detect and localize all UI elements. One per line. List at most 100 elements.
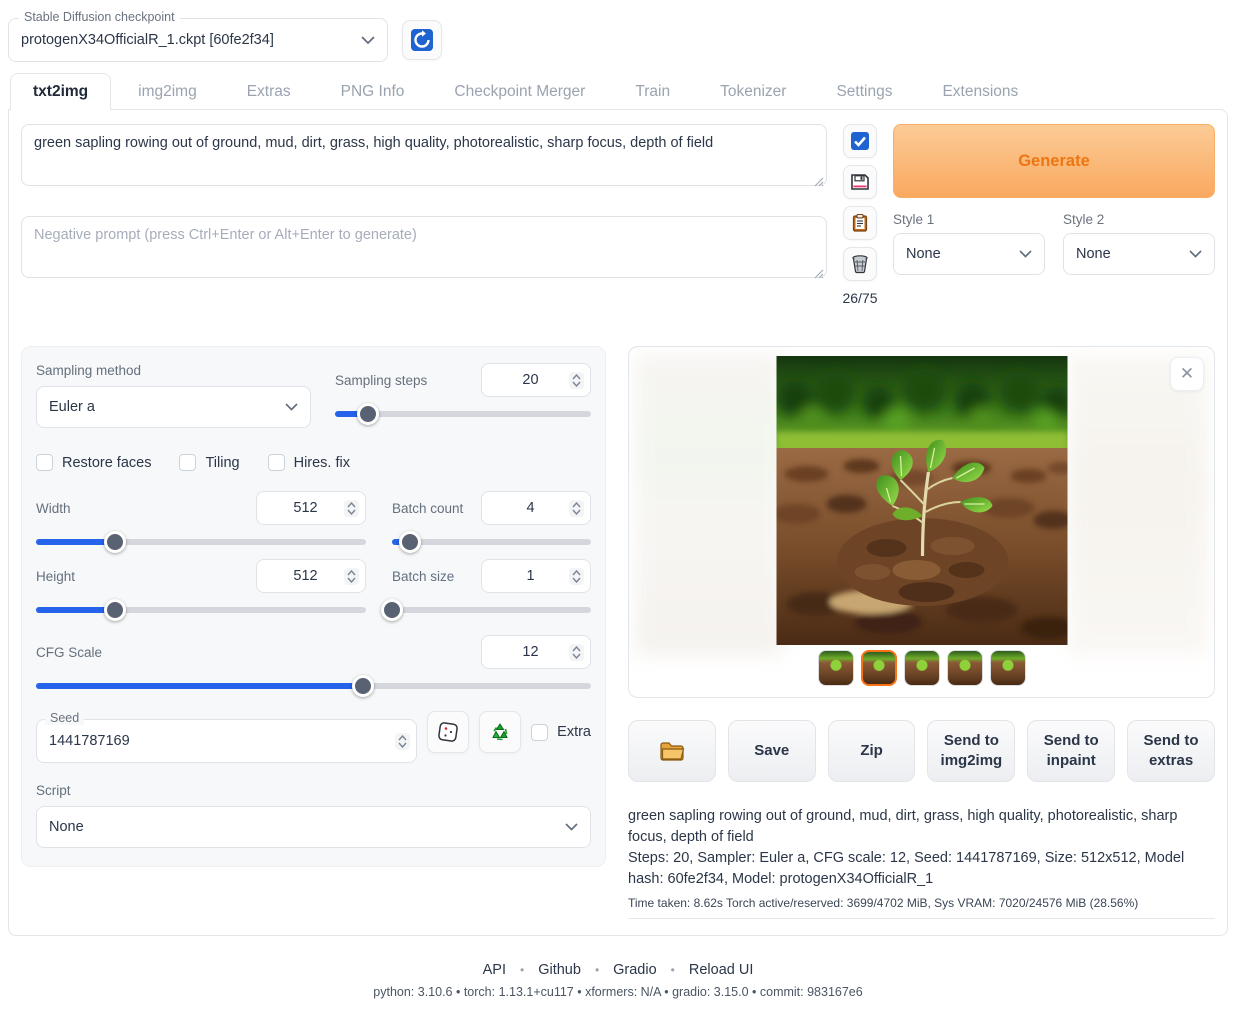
stepper-arrows-icon[interactable] — [569, 500, 584, 517]
checkpoint-dropdown[interactable]: Stable Diffusion checkpoint protogenX34O… — [8, 18, 388, 62]
checkbox-box[interactable] — [179, 454, 196, 471]
tab-train[interactable]: Train — [612, 73, 693, 110]
sampling-method-dropdown[interactable]: Euler a — [36, 386, 311, 428]
dice-icon — [437, 721, 459, 743]
batch-count-label: Batch count — [392, 501, 463, 516]
checkbox-box[interactable] — [531, 724, 548, 741]
height-slider[interactable] — [36, 607, 366, 613]
tab-txt2img[interactable]: txt2img — [10, 73, 111, 110]
batch-size-slider[interactable] — [392, 607, 591, 613]
tab-png-info[interactable]: PNG Info — [318, 73, 428, 110]
gallery-thumbnail-5[interactable] — [990, 650, 1026, 686]
style1-dropdown[interactable]: None — [893, 233, 1045, 275]
width-slider[interactable] — [36, 539, 366, 545]
close-gallery-button[interactable]: ✕ — [1170, 357, 1204, 391]
batch-size-input[interactable]: 1 — [481, 559, 591, 593]
slider-handle[interactable] — [352, 675, 374, 697]
slider-handle[interactable] — [357, 403, 379, 425]
style2-label: Style 2 — [1063, 212, 1215, 227]
token-counter: 26/75 — [842, 290, 877, 306]
sampling-steps-label: Sampling steps — [335, 373, 427, 388]
random-seed-button[interactable] — [427, 711, 469, 753]
send-to-extras-button[interactable]: Send to extras — [1127, 720, 1215, 782]
slider-handle[interactable] — [104, 599, 126, 621]
gallery-thumbnail-2[interactable] — [861, 650, 897, 686]
tiling-checkbox[interactable]: Tiling — [179, 454, 239, 471]
footer-link-gradio[interactable]: Gradio — [613, 962, 657, 978]
footer-link-reload-ui[interactable]: Reload UI — [689, 962, 753, 978]
footer-link-api[interactable]: API — [483, 962, 506, 978]
checkpoint-label: Stable Diffusion checkpoint — [19, 10, 180, 24]
clear-prompt-button[interactable] — [843, 247, 877, 281]
restore-faces-checkbox[interactable]: Restore faces — [36, 454, 151, 471]
extra-seed-checkbox[interactable]: Extra — [531, 724, 591, 741]
stepper-arrows-icon[interactable] — [344, 568, 359, 585]
chevron-down-icon — [361, 36, 375, 45]
apply-style-button[interactable] — [843, 124, 877, 158]
sampling-steps-value: 20 — [492, 372, 569, 388]
chevron-down-icon — [1019, 250, 1032, 258]
negative-prompt-input[interactable] — [21, 216, 827, 278]
footer-link-github[interactable]: Github — [538, 962, 581, 978]
tab-extras[interactable]: Extras — [224, 73, 314, 110]
txt2img-panel: green sapling rowing out of ground, mud,… — [8, 109, 1228, 936]
height-label: Height — [36, 569, 75, 584]
script-label: Script — [36, 783, 591, 798]
slider-handle[interactable] — [381, 599, 403, 621]
tab-extensions[interactable]: Extensions — [919, 73, 1041, 110]
stepper-arrows-icon[interactable] — [395, 733, 410, 750]
tab-checkpoint-merger[interactable]: Checkpoint Merger — [431, 73, 608, 110]
extra-label: Extra — [557, 724, 591, 740]
recycle-icon — [489, 721, 511, 743]
batch-count-input[interactable]: 4 — [481, 491, 591, 525]
send-to-inpaint-button[interactable]: Send to inpaint — [1027, 720, 1115, 782]
refresh-checkpoint-button[interactable] — [402, 20, 442, 60]
paste-style-button[interactable] — [843, 206, 877, 240]
tab-tokenizer[interactable]: Tokenizer — [697, 73, 809, 110]
hires-fix-checkbox[interactable]: Hires. fix — [268, 454, 350, 471]
tiling-label: Tiling — [205, 455, 239, 471]
script-dropdown[interactable]: None — [36, 806, 591, 848]
batch-count-slider[interactable] — [392, 539, 591, 545]
checkbox-box[interactable] — [36, 454, 53, 471]
style1-label: Style 1 — [893, 212, 1045, 227]
tab-settings[interactable]: Settings — [813, 73, 915, 110]
reuse-seed-button[interactable] — [479, 711, 521, 753]
generate-button[interactable]: Generate — [893, 124, 1215, 198]
save-button[interactable]: Save — [728, 720, 816, 782]
sampling-steps-input[interactable]: 20 — [481, 363, 591, 397]
gallery-thumbnail-4[interactable] — [947, 650, 983, 686]
sampling-method-label: Sampling method — [36, 363, 311, 378]
refresh-icon — [410, 28, 434, 52]
slider-handle[interactable] — [104, 531, 126, 553]
stepper-arrows-icon[interactable] — [569, 644, 584, 661]
send-to-img2img-button[interactable]: Send to img2img — [927, 720, 1015, 782]
gallery-thumbnails — [818, 650, 1026, 686]
save-style-button[interactable] — [843, 165, 877, 199]
zip-button[interactable]: Zip — [828, 720, 916, 782]
footer: API • Github • Gradio • Reload UI python… — [8, 962, 1228, 1011]
script-value: None — [49, 819, 565, 835]
height-input[interactable]: 512 — [256, 559, 366, 593]
gallery-thumbnail-3[interactable] — [904, 650, 940, 686]
stepper-arrows-icon[interactable] — [344, 500, 359, 517]
style2-dropdown[interactable]: None — [1063, 233, 1215, 275]
footer-version-info: python: 3.10.6 • torch: 1.13.1+cu117 • x… — [8, 985, 1228, 999]
width-input[interactable]: 512 — [256, 491, 366, 525]
generation-info-prompt: green sapling rowing out of ground, mud,… — [628, 806, 1215, 848]
open-folder-button[interactable] — [628, 720, 716, 782]
seed-input[interactable]: Seed 1441787169 — [36, 719, 417, 763]
stepper-arrows-icon[interactable] — [569, 372, 584, 389]
checkbox-box[interactable] — [268, 454, 285, 471]
generation-info-params: Steps: 20, Sampler: Euler a, CFG scale: … — [628, 848, 1215, 890]
prompt-input[interactable]: green sapling rowing out of ground, mud,… — [21, 124, 827, 186]
stepper-arrows-icon[interactable] — [569, 568, 584, 585]
tab-img2img[interactable]: img2img — [115, 73, 220, 110]
generated-image[interactable] — [776, 356, 1067, 645]
slider-handle[interactable] — [399, 531, 421, 553]
cfg-scale-input[interactable]: 12 — [481, 635, 591, 669]
cfg-scale-slider[interactable] — [36, 683, 591, 689]
gallery-thumbnail-1[interactable] — [818, 650, 854, 686]
sampling-steps-slider[interactable] — [335, 411, 591, 417]
width-value: 512 — [267, 500, 344, 516]
